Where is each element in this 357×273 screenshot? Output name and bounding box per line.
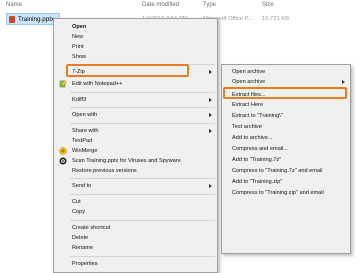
highlight-7zip <box>66 64 189 77</box>
file-name: Training.pptx <box>18 16 55 23</box>
column-type[interactable]: Type <box>203 2 216 8</box>
menu-item-winmerge[interactable]: WinMerge <box>54 146 217 156</box>
menu-separator <box>70 178 215 179</box>
menu-item-delete[interactable]: Delete <box>54 233 217 243</box>
menu-item-restore-versions[interactable]: Restore previous versions <box>54 166 217 176</box>
file-size: 10,721 KB <box>262 16 290 22</box>
antivirus-icon <box>59 157 67 165</box>
submenu-item-extract-to-folder[interactable]: Extract to "Training\" <box>222 111 350 121</box>
menu-item-show[interactable]: Show <box>54 52 217 62</box>
menu-item-edit-notepadpp[interactable]: Edit with Notepad++ <box>54 79 217 89</box>
submenu-item-test-archive[interactable]: Test archive <box>222 122 350 132</box>
submenu-item-compress-7z-email[interactable]: Compress to "Training.7z" and email <box>222 166 350 176</box>
menu-item-send-to[interactable]: Send to <box>54 181 217 191</box>
menu-item-scan-viruses[interactable]: Scan Training.pptx for Viruses and Spywa… <box>54 156 217 166</box>
column-size[interactable]: Size <box>262 2 274 8</box>
submenu-arrow-icon <box>342 80 345 84</box>
submenu-item-compress-zip-email[interactable]: Compress to "Training.zip" and email <box>222 188 350 198</box>
submenu-item-extract-here[interactable]: Extract Here <box>222 100 350 110</box>
notepadpp-icon <box>59 80 67 88</box>
highlight-extract-files <box>223 87 347 99</box>
column-date-modified[interactable]: Date modified <box>142 2 179 8</box>
menu-item-kdiff3[interactable]: Kdiff3 <box>54 95 217 105</box>
column-header: Name Date modified Type Size <box>0 0 357 11</box>
submenu-item-add-to-zip[interactable]: Add to "Training.zip" <box>222 177 350 187</box>
submenu-arrow-icon <box>209 129 212 133</box>
menu-separator <box>70 256 215 257</box>
submenu-item-open-archive[interactable]: Open archive <box>222 67 350 77</box>
menu-separator <box>70 194 215 195</box>
menu-separator <box>70 123 215 124</box>
menu-item-copy[interactable]: Copy <box>54 207 217 217</box>
submenu-arrow-icon <box>209 98 212 102</box>
powerpoint-file-icon <box>9 16 15 23</box>
menu-item-properties[interactable]: Properties <box>54 259 217 269</box>
menu-item-create-shortcut[interactable]: Create shortcut <box>54 223 217 233</box>
column-name[interactable]: Name <box>6 2 22 8</box>
menu-separator <box>70 220 215 221</box>
menu-item-open[interactable]: Open <box>54 22 217 32</box>
submenu-arrow-icon <box>209 113 212 117</box>
menu-item-new[interactable]: New <box>54 32 217 42</box>
menu-separator <box>70 107 215 108</box>
submenu-arrow-icon <box>209 70 212 74</box>
menu-separator <box>70 92 215 93</box>
submenu-item-add-to-7z[interactable]: Add to "Training.7z" <box>222 155 350 165</box>
context-menu: Open New Print Show 7-Zip Edit with Note… <box>53 18 218 273</box>
menu-item-textpad[interactable]: TextPad <box>54 136 217 146</box>
submenu-item-add-to-archive[interactable]: Add to archive... <box>222 133 350 143</box>
submenu-item-compress-email[interactable]: Compress and email... <box>222 144 350 154</box>
submenu-arrow-icon <box>209 184 212 188</box>
file-selection[interactable]: Training.pptx <box>6 13 60 25</box>
menu-item-open-with[interactable]: Open with <box>54 110 217 120</box>
menu-item-cut[interactable]: Cut <box>54 197 217 207</box>
menu-item-rename[interactable]: Rename <box>54 243 217 253</box>
menu-item-share-with[interactable]: Share with <box>54 126 217 136</box>
winmerge-icon <box>59 147 67 155</box>
submenu-item-open-archive-more[interactable]: Open archive <box>222 77 350 87</box>
menu-item-print[interactable]: Print <box>54 42 217 52</box>
